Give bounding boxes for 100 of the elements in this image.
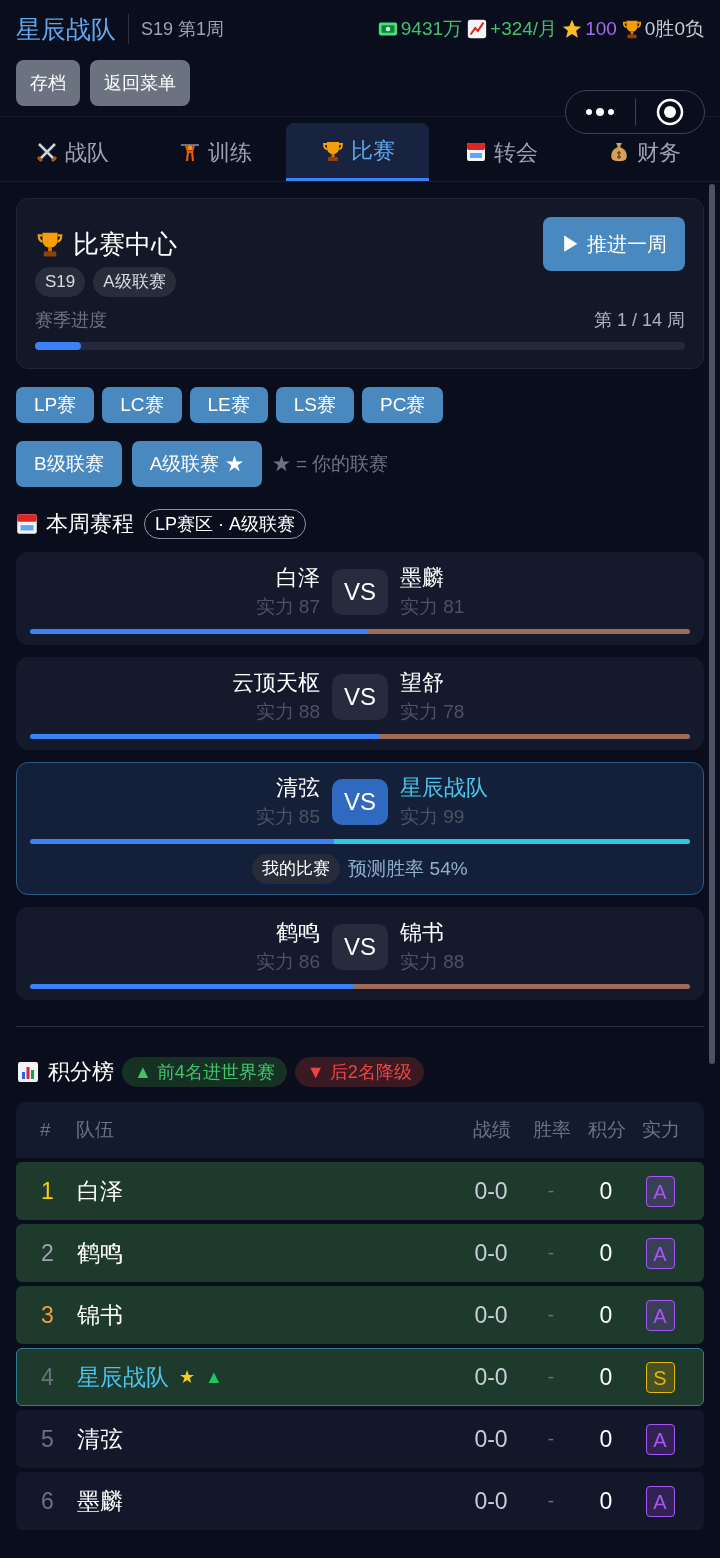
card-title: 比赛中心 xyxy=(73,227,177,261)
team-name: 鹤鸣 xyxy=(77,1238,123,1268)
win-rate-cell-text: - xyxy=(546,1302,556,1327)
vs-badge: VS xyxy=(332,779,388,825)
rank-number: 6 xyxy=(41,1486,55,1516)
rising-chart-icon xyxy=(466,18,489,40)
rank-number: 3 xyxy=(41,1300,55,1330)
team-name: 锦书 xyxy=(77,1300,123,1330)
crossed-swords-icon xyxy=(34,140,59,164)
team-power: 实力 78 xyxy=(400,700,465,724)
column-header: 队伍 xyxy=(76,1117,115,1142)
trophy-icon xyxy=(620,18,643,40)
column-header: # xyxy=(40,1117,52,1142)
region-button[interactable]: LE赛 xyxy=(189,387,268,423)
points-cell-text: 0 xyxy=(598,1362,614,1392)
record-cell-text: 0-0 xyxy=(473,1300,509,1330)
tab[interactable]: 训练 xyxy=(143,123,286,181)
vs-badge: VS xyxy=(332,569,388,615)
team-name: 云顶天枢 xyxy=(232,669,320,697)
region-button[interactable]: LS赛 xyxy=(275,387,355,423)
win-rate-cell-text: - xyxy=(546,1488,556,1513)
tier-badge: A xyxy=(645,1423,675,1455)
stat-value: 9431万 xyxy=(400,16,463,41)
tier-badge: A xyxy=(645,1237,675,1269)
more-icon[interactable] xyxy=(584,107,617,117)
standings-row[interactable]: 6 墨麟 0-0 - 0 A xyxy=(16,1472,704,1530)
team-name: 清弦 xyxy=(276,774,320,802)
region-button[interactable]: LC赛 xyxy=(102,387,182,423)
record-cell-text: 0-0 xyxy=(473,1176,509,1206)
column-header: 实力 xyxy=(641,1117,681,1142)
league-button[interactable]: B级联赛 xyxy=(16,441,122,487)
team-name: 星辰战队 xyxy=(400,774,488,802)
column-header: 积分 xyxy=(587,1117,627,1142)
win-prediction: 预测胜率 54% xyxy=(348,856,468,881)
promotion-mark: ▲ xyxy=(205,1365,223,1389)
win-rate-cell-text: - xyxy=(546,1178,556,1203)
advance-week-button[interactable]: ▶ 推进一周 xyxy=(543,217,685,271)
points-cell-text: 0 xyxy=(598,1486,614,1516)
league-button[interactable]: A级联赛 ★ xyxy=(131,441,262,487)
win-rate-cell-text: - xyxy=(546,1240,556,1265)
team-name: 望舒 xyxy=(400,669,444,697)
stat-value: 0胜0负 xyxy=(644,16,704,41)
tab[interactable]: 战队 xyxy=(0,123,143,181)
standings-row[interactable]: 4 星辰战队 ★ ▲ 0-0 - 0 S xyxy=(16,1348,704,1406)
team-name: 星辰战队 xyxy=(77,1362,169,1392)
points-cell-text: 0 xyxy=(598,1300,614,1330)
zone-legend: ▲ 前4名进世界赛 xyxy=(122,1056,287,1087)
win-rate-cell-text: - xyxy=(546,1364,556,1389)
tier-badge: A xyxy=(645,1485,675,1517)
scrollbar[interactable] xyxy=(709,184,715,1064)
column-header: 战绩 xyxy=(472,1117,512,1142)
team-name: 清弦 xyxy=(77,1424,123,1454)
team-power: 实力 87 xyxy=(255,595,320,619)
record-cell-text: 0-0 xyxy=(473,1424,509,1454)
team-name: 鹤鸣 xyxy=(276,919,320,947)
vs-badge: VS xyxy=(332,674,388,720)
progress-label: 赛季进度 xyxy=(35,309,107,332)
team-name: 白泽 xyxy=(77,1176,123,1206)
tab[interactable]: 转会 xyxy=(429,123,572,181)
capsule-menu[interactable] xyxy=(565,90,705,134)
stat-value: 100 xyxy=(585,16,617,41)
record-cell-text: 0-0 xyxy=(473,1238,509,1268)
team-power: 实力 81 xyxy=(400,595,465,619)
season-week: S19 第1周 xyxy=(140,17,225,41)
win-rate-cell-text: - xyxy=(546,1426,556,1451)
region-button[interactable]: LP赛 xyxy=(16,387,95,423)
standings-row[interactable]: 5 清弦 0-0 - 0 A xyxy=(16,1410,704,1468)
header-button[interactable]: 存档 xyxy=(16,60,80,106)
tag: S19 xyxy=(35,267,86,297)
points-cell-text: 0 xyxy=(598,1424,614,1454)
points-cell-text: 0 xyxy=(598,1238,614,1268)
rank-number: 1 xyxy=(41,1176,55,1206)
my-match-badge: 我的比赛 xyxy=(252,854,341,884)
week-progress-text: 第 1 / 14 周 xyxy=(593,309,685,332)
team-name: 墨麟 xyxy=(400,564,444,592)
bar-chart-icon xyxy=(16,1059,40,1084)
standings-row[interactable]: 2 鹤鸣 0-0 - 0 A xyxy=(16,1224,704,1282)
standings-row[interactable]: 1 白泽 0-0 - 0 A xyxy=(16,1162,704,1220)
section-title: 积分榜 xyxy=(48,1058,114,1086)
header-button[interactable]: 返回菜单 xyxy=(90,60,190,106)
tier-badge: S xyxy=(645,1361,675,1393)
team-name: 白泽 xyxy=(276,564,320,592)
record-cell-text: 0-0 xyxy=(473,1486,509,1516)
section-title: 本周赛程 xyxy=(46,510,134,538)
rank-number: 5 xyxy=(41,1424,55,1454)
team-power: 实力 88 xyxy=(255,700,320,724)
team-power: 实力 88 xyxy=(400,950,465,974)
legend-text: ★ = 你的联赛 xyxy=(271,451,389,476)
team-title: 星辰战队 xyxy=(16,14,129,44)
standings-row[interactable]: 3 锦书 0-0 - 0 A xyxy=(16,1286,704,1344)
points-cell-text: 0 xyxy=(598,1176,614,1206)
region-button[interactable]: PC赛 xyxy=(362,387,444,423)
zone-legend: ▼ 后2名降级 xyxy=(294,1056,424,1087)
tab[interactable]: 比赛 xyxy=(286,123,429,181)
team-name: 墨麟 xyxy=(77,1486,123,1516)
team-name: 锦书 xyxy=(400,919,444,947)
column-header: 胜率 xyxy=(532,1117,572,1142)
rank-number: 2 xyxy=(41,1238,55,1268)
record-cell-text: 0-0 xyxy=(473,1362,509,1392)
tag: A级联赛 xyxy=(93,267,176,297)
